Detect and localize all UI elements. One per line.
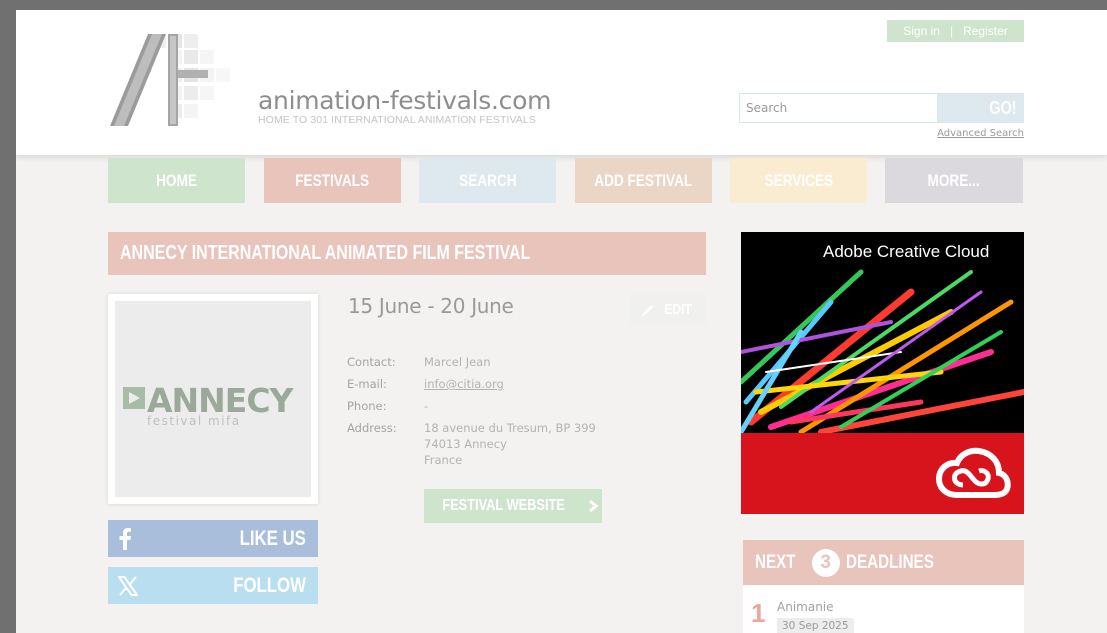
- deadline-rank: 1: [751, 598, 766, 628]
- nav-more-label: MORE...: [927, 170, 981, 190]
- chevron-right-icon: [588, 499, 598, 513]
- deadline-festival-name[interactable]: Animanie: [777, 600, 834, 614]
- edit-button[interactable]: EDIT: [630, 295, 706, 324]
- deadlines-prefix: NEXT: [755, 551, 796, 573]
- contact-value: Marcel Jean: [424, 355, 491, 369]
- festival-logo-frame: ANNECY festival mifa: [108, 294, 318, 504]
- address-line-2: 74013 Annecy: [424, 437, 507, 451]
- deadlines-suffix: DEADLINES: [845, 551, 934, 573]
- site-logo[interactable]: [108, 32, 258, 128]
- address-value: 18 avenue du Tresum, BP 399 74013 Annecy…: [424, 417, 596, 468]
- festival-dates: 15 June - 20 June: [348, 294, 514, 318]
- site-tagline: HOME TO 301 INTERNATIONAL ANIMATION FEST…: [258, 114, 536, 126]
- phone-label: Phone:: [347, 399, 387, 413]
- advanced-search-link[interactable]: Advanced Search: [934, 128, 1024, 139]
- facebook-like-label: LIKE US: [239, 526, 306, 550]
- play-icon: [123, 387, 145, 409]
- auth-bar: Sign in | Register: [887, 20, 1024, 42]
- festival-title: ANNECY INTERNATIONAL ANIMATED FILM FESTI…: [120, 242, 531, 264]
- x-follow-button[interactable]: FOLLOW: [108, 567, 318, 604]
- nav-add-festival-label: ADD FESTIVAL: [594, 170, 693, 190]
- nav-festivals-label: FESTIVALS: [295, 170, 370, 190]
- deadlines-count: 3: [811, 548, 840, 577]
- facebook-like-button[interactable]: LIKE US: [108, 520, 318, 557]
- edit-label: EDIT: [664, 301, 692, 318]
- festival-website-button[interactable]: FESTIVAL WEBSITE: [424, 489, 602, 523]
- nav-services-label: SERVICES: [764, 170, 833, 190]
- pencil-icon: [641, 304, 653, 316]
- x-follow-label: FOLLOW: [233, 573, 306, 597]
- search-input[interactable]: [739, 93, 938, 123]
- email-label: E-mail:: [347, 377, 387, 391]
- address-line-3: France: [424, 453, 463, 467]
- nav-home-label: HOME: [156, 170, 197, 190]
- auth-separator: |: [949, 24, 954, 38]
- nav-home[interactable]: HOME: [108, 158, 245, 203]
- nav-add-festival[interactable]: ADD FESTIVAL: [575, 158, 712, 203]
- ad-title: Adobe Creative Cloud: [823, 242, 990, 261]
- facebook-icon: [119, 527, 131, 550]
- site-name[interactable]: animation-festivals.com: [258, 86, 551, 115]
- search-go-label: GO!: [989, 97, 1017, 118]
- address-row: Address: 18 avenue du Tresum, BP 399 740…: [347, 417, 596, 468]
- nav-services[interactable]: SERVICES: [730, 158, 867, 203]
- deadlines-header: NEXT 3 DEADLINES: [743, 540, 1024, 585]
- contact-label: Contact:: [347, 355, 396, 369]
- phone-row: Phone: -: [347, 395, 596, 417]
- email-row: E-mail: info@citia.org: [347, 373, 596, 395]
- phone-value: -: [424, 399, 429, 413]
- register-link[interactable]: Register: [963, 24, 1008, 38]
- address-line-1: 18 avenue du Tresum, BP 399: [424, 421, 596, 435]
- nav-search[interactable]: SEARCH: [419, 158, 556, 203]
- nav-more[interactable]: MORE...: [885, 158, 1023, 203]
- page: animation-festivals.com HOME TO 301 INTE…: [16, 10, 1107, 633]
- site-header: animation-festivals.com HOME TO 301 INTE…: [16, 10, 1107, 155]
- x-logo-icon: [118, 575, 138, 596]
- ad-burst-graphic: [741, 269, 1024, 433]
- advertisement[interactable]: Adobe Creative Cloud: [741, 232, 1024, 514]
- deadline-date: 30 Sep 2025: [777, 618, 854, 633]
- festival-details: Contact: Marcel Jean E-mail: info@citia.…: [347, 351, 596, 468]
- address-label: Address:: [347, 421, 397, 435]
- nav-search-label: SEARCH: [458, 170, 517, 190]
- nav-festivals[interactable]: FESTIVALS: [264, 158, 401, 203]
- festival-logo-subtext: festival mifa: [147, 414, 241, 428]
- festival-logo: ANNECY festival mifa: [115, 301, 311, 497]
- email-link[interactable]: info@citia.org: [424, 373, 504, 395]
- festival-website-label: FESTIVAL WEBSITE: [442, 497, 566, 514]
- deadlines-widget: NEXT 3 DEADLINES 1 Animanie 30 Sep 2025: [743, 540, 1024, 633]
- sign-in-link[interactable]: Sign in: [903, 24, 940, 38]
- festival-title-bar: ANNECY INTERNATIONAL ANIMATED FILM FESTI…: [108, 232, 706, 275]
- creative-cloud-icon: [935, 447, 1011, 498]
- search-go-button[interactable]: GO!: [938, 93, 1024, 123]
- contact-row: Contact: Marcel Jean: [347, 351, 596, 373]
- ad-brand-panel: [741, 433, 1024, 514]
